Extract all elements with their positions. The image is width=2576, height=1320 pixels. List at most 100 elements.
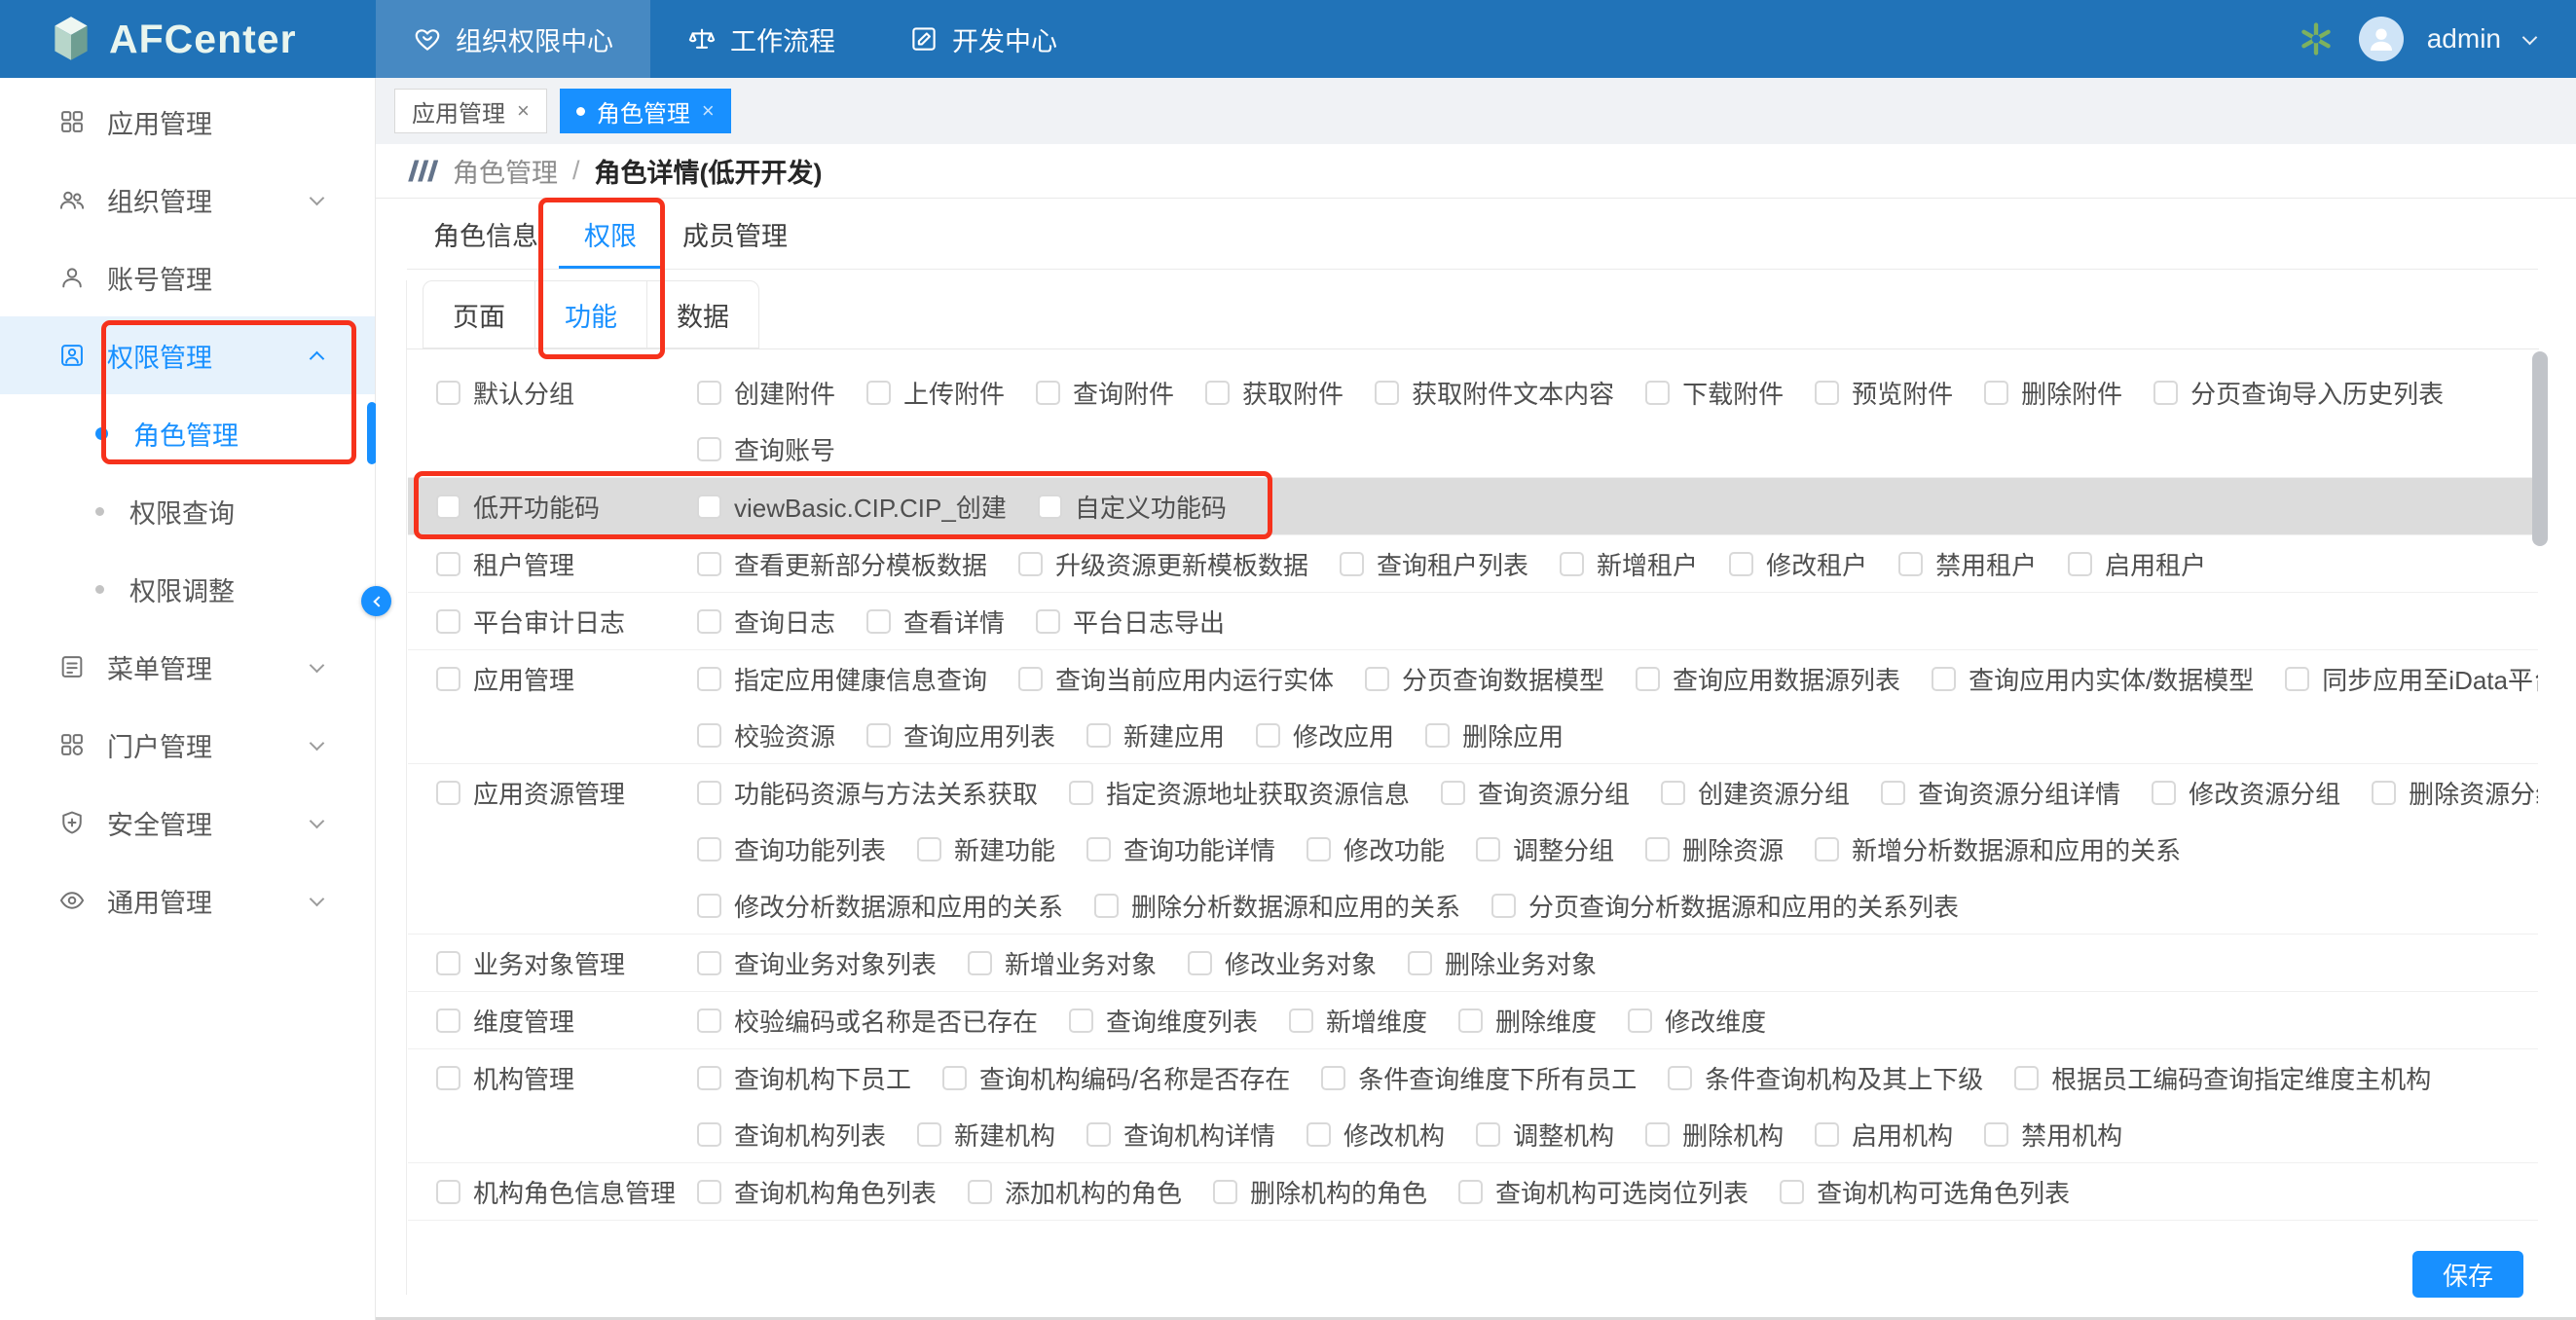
permission-checkbox[interactable] <box>1375 381 1399 405</box>
permission-label[interactable]: 禁用机构 <box>2021 1117 2122 1153</box>
permission-label[interactable]: 修改维度 <box>1665 1003 1766 1039</box>
permission-checkbox[interactable] <box>2285 667 2309 691</box>
topnav-item-2[interactable]: 开发中心 <box>872 0 1094 78</box>
tab-2[interactable]: 成员管理 <box>682 199 788 270</box>
sidebar-collapse-button[interactable] <box>361 586 391 616</box>
permission-checkbox[interactable] <box>1188 951 1212 975</box>
permission-checkbox[interactable] <box>1458 1180 1483 1204</box>
permission-checkbox[interactable] <box>866 381 891 405</box>
permission-checkbox[interactable] <box>697 1180 721 1204</box>
permission-checkbox[interactable] <box>1306 1122 1331 1147</box>
sidebar-item-1[interactable]: 组织管理 <box>0 161 375 238</box>
permission-label[interactable]: 查询资源分组 <box>1478 775 1630 811</box>
permission-label[interactable]: 启用租户 <box>2105 546 2206 582</box>
permission-label[interactable]: 新建应用 <box>1123 717 1225 753</box>
permission-label[interactable]: 条件查询维度下所有员工 <box>1358 1060 1637 1096</box>
permission-label[interactable]: 下载附件 <box>1682 375 1784 411</box>
permission-label[interactable]: 自定义功能码 <box>1075 489 1227 525</box>
permission-label[interactable]: 指定资源地址获取资源信息 <box>1106 775 1410 811</box>
sidebar-item-5[interactable]: 门户管理 <box>0 706 375 784</box>
permission-checkbox[interactable] <box>1441 781 1465 805</box>
permission-label[interactable]: 删除业务对象 <box>1445 945 1597 981</box>
permission-checkbox[interactable] <box>697 667 721 691</box>
permission-checkbox[interactable] <box>866 723 891 748</box>
permission-checkbox[interactable] <box>697 1008 721 1033</box>
tab-1[interactable]: 权限 <box>584 199 637 270</box>
permission-label[interactable]: 修改机构 <box>1343 1117 1445 1153</box>
permission-label[interactable]: 上传附件 <box>903 375 1005 411</box>
permission-label[interactable]: 查询机构可选角色列表 <box>1817 1174 2070 1210</box>
permission-checkbox[interactable] <box>917 1122 941 1147</box>
permission-label[interactable]: 创建附件 <box>734 375 835 411</box>
permission-checkbox[interactable] <box>1038 495 1062 519</box>
group-checkbox[interactable] <box>436 381 460 405</box>
permission-checkbox[interactable] <box>2068 552 2092 576</box>
permission-checkbox[interactable] <box>942 1066 967 1090</box>
permission-label[interactable]: 同步应用至iData平台 <box>2322 661 2538 697</box>
permission-checkbox[interactable] <box>1018 552 1043 576</box>
permission-checkbox[interactable] <box>1306 837 1331 862</box>
permission-label[interactable]: 升级资源更新模板数据 <box>1055 546 1308 582</box>
perm-tab-0[interactable]: 页面 <box>423 281 534 348</box>
permission-checkbox[interactable] <box>1289 1008 1313 1033</box>
group-checkbox[interactable] <box>436 667 460 691</box>
user-menu-chevron-icon[interactable] <box>2522 29 2538 45</box>
permission-label[interactable]: 校验资源 <box>734 717 835 753</box>
save-button[interactable]: 保存 <box>2412 1251 2523 1298</box>
permission-checkbox[interactable] <box>1780 1180 1804 1204</box>
permission-checkbox[interactable] <box>1476 1122 1500 1147</box>
permission-label[interactable]: 查询应用列表 <box>903 717 1055 753</box>
permission-checkbox[interactable] <box>1898 552 1923 576</box>
group-checkbox[interactable] <box>436 609 460 634</box>
permission-checkbox[interactable] <box>968 1180 992 1204</box>
permission-checkbox[interactable] <box>1321 1066 1345 1090</box>
permission-checkbox[interactable] <box>1425 723 1450 748</box>
permission-checkbox[interactable] <box>1661 781 1685 805</box>
permission-checkbox[interactable] <box>1340 552 1364 576</box>
permission-label[interactable]: 查询机构下员工 <box>734 1060 911 1096</box>
permission-label[interactable]: 修改租户 <box>1766 546 1867 582</box>
permission-label[interactable]: 查询应用内实体/数据模型 <box>1969 661 2254 697</box>
permission-checkbox[interactable] <box>1984 1122 2008 1147</box>
permission-label[interactable]: 新建功能 <box>954 831 1055 867</box>
permission-checkbox[interactable] <box>697 1122 721 1147</box>
group-checkbox[interactable] <box>436 1008 460 1033</box>
permission-label[interactable]: 查询租户列表 <box>1377 546 1528 582</box>
sidebar-subitem-3-0[interactable]: 角色管理 <box>0 394 375 472</box>
permission-checkbox[interactable] <box>1932 667 1956 691</box>
close-icon[interactable]: × <box>517 98 530 124</box>
group-checkbox[interactable] <box>436 781 460 805</box>
permission-checkbox[interactable] <box>697 552 721 576</box>
permission-checkbox[interactable] <box>697 1066 721 1090</box>
permission-checkbox[interactable] <box>968 951 992 975</box>
permission-label[interactable]: 删除附件 <box>2021 375 2122 411</box>
permission-label[interactable]: 新增租户 <box>1597 546 1698 582</box>
permission-label[interactable]: 新建机构 <box>954 1117 1055 1153</box>
permission-checkbox[interactable] <box>866 609 891 634</box>
permission-label[interactable]: 调整分组 <box>1513 831 1614 867</box>
tab-0[interactable]: 角色信息 <box>433 199 538 270</box>
permission-checkbox[interactable] <box>1069 781 1093 805</box>
permission-checkbox[interactable] <box>2014 1066 2039 1090</box>
permission-label[interactable]: 新增分析数据源和应用的关系 <box>1852 831 2181 867</box>
group-checkbox[interactable] <box>436 552 460 576</box>
permission-label[interactable]: 查看更新部分模板数据 <box>734 546 987 582</box>
permission-checkbox[interactable] <box>697 495 721 519</box>
permission-checkbox[interactable] <box>1408 951 1432 975</box>
permission-label[interactable]: 查询账号 <box>734 431 835 467</box>
chatgpt-extension-icon[interactable] <box>2297 19 2336 58</box>
permission-checkbox[interactable] <box>697 723 721 748</box>
permission-label[interactable]: 预览附件 <box>1852 375 1953 411</box>
sidebar-subitem-3-1[interactable]: 权限查询 <box>0 472 375 550</box>
sidebar-item-0[interactable]: 应用管理 <box>0 83 375 161</box>
permission-checkbox[interactable] <box>1086 1122 1111 1147</box>
permission-checkbox[interactable] <box>1018 667 1043 691</box>
sidebar-item-7[interactable]: 通用管理 <box>0 862 375 939</box>
permission-label[interactable]: 删除分析数据源和应用的关系 <box>1131 888 1460 924</box>
permission-label[interactable]: 删除资源分组 <box>2409 775 2538 811</box>
permission-label[interactable]: 查询机构列表 <box>734 1117 886 1153</box>
group-checkbox[interactable] <box>436 1180 460 1204</box>
permission-label[interactable]: 查询机构编码/名称是否存在 <box>979 1060 1290 1096</box>
permission-label[interactable]: 查询功能列表 <box>734 831 886 867</box>
permission-checkbox[interactable] <box>1668 1066 1692 1090</box>
